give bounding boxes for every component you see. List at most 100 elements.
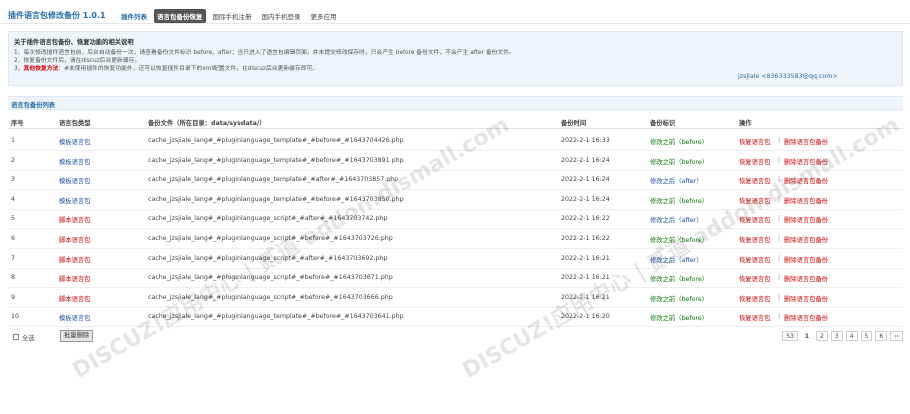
section-title: 语言包备份列表 xyxy=(11,102,56,109)
nav-tabs: 插件列表 语言包备份恢复 国际手机注册 国内手机登录 更多应用 xyxy=(118,9,340,23)
row-type: 脚本语言包 xyxy=(59,217,91,225)
notice-other-method: 其他恢复方法 xyxy=(23,66,59,72)
restore-link[interactable]: 恢复语言包 xyxy=(739,313,770,322)
delete-backup-link[interactable]: 删除语言包备份 xyxy=(784,255,828,264)
notice-line-3-text: ：#未使用插件的恢复功能外，还可以恢复插件目录下的xml配置文件，在discuz… xyxy=(58,66,319,72)
action-separator: | xyxy=(778,137,781,144)
delete-backup-link[interactable]: 删除语言包备份 xyxy=(784,157,828,166)
row-flag: 修改之后（after） xyxy=(650,178,703,186)
tab-domestic-phone-login[interactable]: 国内手机登录 xyxy=(259,9,304,23)
row-index: 4 xyxy=(11,195,16,203)
tab-more-apps[interactable]: 更多应用 xyxy=(308,9,340,23)
tab-backup-restore[interactable]: 语言包备份恢复 xyxy=(154,9,206,23)
row-index: 1 xyxy=(11,137,16,144)
pagination: 53 1 2 3 4 5 6 ›› xyxy=(782,331,903,341)
row-flag: 修改之后（after） xyxy=(650,256,703,264)
row-time: 2022-2-1 16:21 xyxy=(561,293,610,301)
restore-link[interactable]: 恢复语言包 xyxy=(739,157,770,166)
row-time: 2022-2-1 16:20 xyxy=(561,313,610,321)
restore-link[interactable]: 恢复语言包 xyxy=(739,215,770,224)
row-type: 脚本语言包 xyxy=(59,295,91,303)
row-file: cache_jzsjiale_lang#_#pluginlanguage_scr… xyxy=(148,293,393,301)
action-separator: | xyxy=(778,274,781,282)
notice-heading: 关于插件语言包备份、恢复功能的相关说明 xyxy=(14,39,134,46)
row-time: 2022-2-1 16:21 xyxy=(561,274,610,282)
table-row: 5 脚本语言包 cache_jzsjiale_lang#_#pluginlangua… xyxy=(8,209,903,230)
row-flag: 修改之后（after） xyxy=(650,217,703,225)
row-type: 模板语言包 xyxy=(59,158,91,166)
action-separator: | xyxy=(778,313,781,321)
row-file: cache_jzsjiale_lang#_#pluginlanguage_tem… xyxy=(148,313,404,321)
page-2[interactable]: 2 xyxy=(816,331,828,341)
action-separator: | xyxy=(778,254,781,262)
row-file: cache_jzsjiale_lang#_#pluginlanguage_scr… xyxy=(148,215,388,223)
restore-link[interactable]: 恢复语言包 xyxy=(739,274,770,283)
row-file: cache_jzsjiale_lang#_#pluginlanguage_tem… xyxy=(148,137,404,144)
action-separator: | xyxy=(778,176,781,184)
delete-backup-link[interactable]: 删除语言包备份 xyxy=(784,274,828,283)
action-separator: | xyxy=(778,235,781,242)
action-separator: | xyxy=(778,215,781,223)
row-time: 2022-2-1 16:33 xyxy=(561,137,610,144)
restore-link[interactable]: 恢复语言包 xyxy=(739,176,770,185)
row-index: 5 xyxy=(11,215,16,223)
row-file: cache_jzsjiale_lang#_#pluginlanguage_tem… xyxy=(148,156,404,164)
page-total: 53 xyxy=(782,331,798,341)
tab-plugin-list[interactable]: 插件列表 xyxy=(118,9,150,23)
col-flag: 备份标识 xyxy=(650,120,676,127)
row-type: 脚本语言包 xyxy=(59,256,91,264)
batch-delete-button[interactable]: 批量删除 xyxy=(60,330,94,342)
select-all-checkbox[interactable] xyxy=(13,334,19,340)
table-row: 7 脚本语言包 cache_jzsjiale_lang#_#pluginlangua… xyxy=(8,249,903,269)
row-time: 2022-2-1 16:22 xyxy=(561,215,610,223)
next-page-icon[interactable]: ›› xyxy=(890,331,903,341)
row-time: 2022-2-1 16:21 xyxy=(561,254,610,262)
delete-backup-link[interactable]: 删除语言包备份 xyxy=(784,313,828,322)
table-header: 序号 语言包类型 备份文件（所在目录：data/sysdata/） 备份时间 备… xyxy=(8,113,903,129)
row-index: 9 xyxy=(11,293,16,301)
restore-link[interactable]: 恢复语言包 xyxy=(739,196,770,205)
page-4[interactable]: 4 xyxy=(845,331,858,341)
delete-backup-link[interactable]: 删除语言包备份 xyxy=(784,176,828,185)
page-1[interactable]: 1 xyxy=(800,331,814,341)
select-all-label[interactable]: 全选 xyxy=(22,333,35,342)
restore-link[interactable]: 恢复语言包 xyxy=(739,137,770,146)
action-separator: | xyxy=(778,195,781,203)
row-file: cache_jzsjiale_lang#_#pluginlanguage_scr… xyxy=(148,235,393,242)
row-time: 2022-2-1 16:24 xyxy=(561,156,610,164)
restore-link[interactable]: 恢复语言包 xyxy=(739,294,770,303)
delete-backup-link[interactable]: 删除语言包备份 xyxy=(784,137,828,146)
top-bar: 插件语言包修改备份 1.0.1 插件列表 语言包备份恢复 国际手机注册 国内手机… xyxy=(0,0,910,24)
author-contact[interactable]: jzsjiale <836333583@qq.com> xyxy=(738,73,838,80)
col-time: 备份时间 xyxy=(561,120,587,127)
page-5[interactable]: 5 xyxy=(860,331,873,341)
table-footer: 全选 批量删除 53 1 2 3 4 5 6 ›› xyxy=(8,329,903,347)
tab-intl-phone-register[interactable]: 国际手机注册 xyxy=(210,9,255,23)
table-row: 8 脚本语言包 cache_jzsjiale_lang#_#pluginlangua… xyxy=(8,268,903,289)
restore-link[interactable]: 恢复语言包 xyxy=(739,235,770,244)
table-row: 3 模板语言包 cache_jzsjiale_lang#_#pluginlangua… xyxy=(8,170,903,191)
restore-link[interactable]: 恢复语言包 xyxy=(739,255,770,264)
delete-backup-link[interactable]: 删除语言包备份 xyxy=(784,215,828,224)
row-time: 2022-2-1 16:22 xyxy=(561,235,610,242)
row-file: cache_jzsjiale_lang#_#pluginlanguage_scr… xyxy=(148,254,388,262)
row-index: 2 xyxy=(11,156,16,164)
row-type: 脚本语言包 xyxy=(59,276,91,284)
page-3[interactable]: 3 xyxy=(830,331,843,341)
row-index: 3 xyxy=(11,176,16,184)
row-type: 脚本语言包 xyxy=(59,237,91,244)
col-type: 语言包类型 xyxy=(59,120,91,127)
table-row: 2 模板语言包 cache_jzsjiale_lang#_#pluginlangua… xyxy=(8,151,903,171)
row-index: 8 xyxy=(11,274,16,282)
section-header: 语言包备份列表 xyxy=(8,96,903,110)
delete-backup-link[interactable]: 删除语言包备份 xyxy=(784,235,828,244)
row-flag: 修改之前（before） xyxy=(650,276,709,284)
row-file: cache_jzsjiale_lang#_#pluginlanguage_tem… xyxy=(148,176,399,184)
row-file: cache_jzsjiale_lang#_#pluginlanguage_tem… xyxy=(148,195,404,203)
delete-backup-link[interactable]: 删除语言包备份 xyxy=(784,294,828,303)
table-row: 4 模板语言包 cache_jzsjiale_lang#_#pluginlangua… xyxy=(8,190,903,210)
row-index: 6 xyxy=(11,235,16,242)
page-6[interactable]: 6 xyxy=(875,331,888,341)
delete-backup-link[interactable]: 删除语言包备份 xyxy=(784,196,828,205)
row-type: 模板语言包 xyxy=(59,178,91,186)
